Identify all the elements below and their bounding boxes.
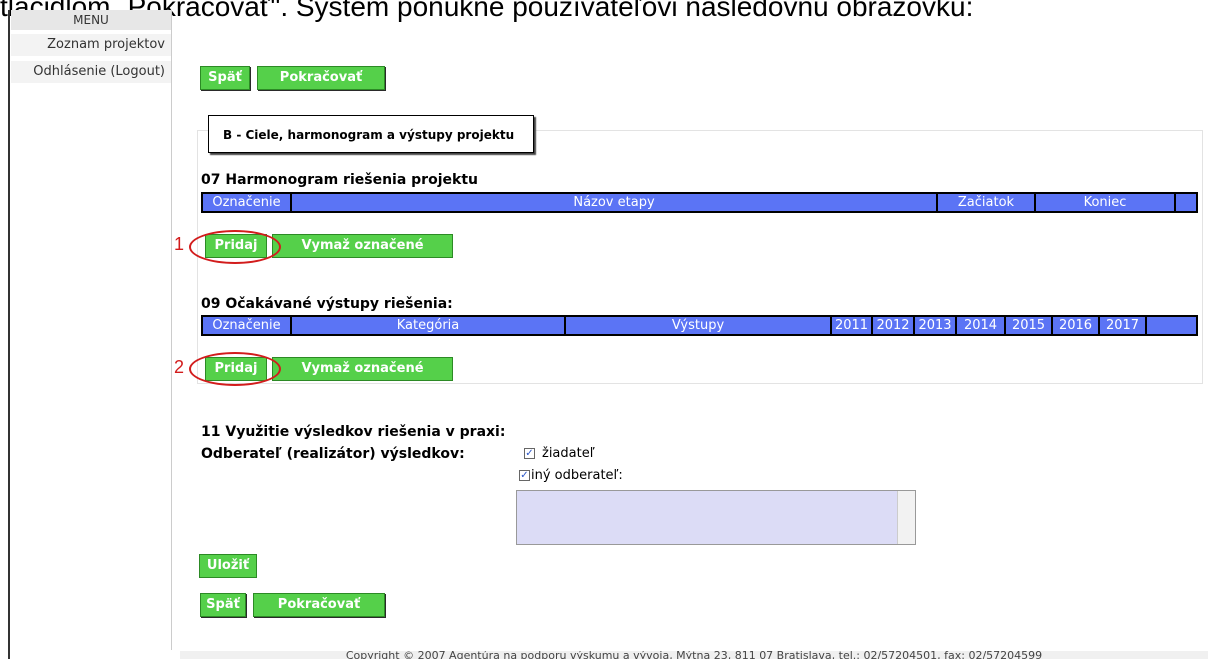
outputs-col-2016: 2016 <box>1053 317 1100 334</box>
footer-copyright: Copyright © 2007 Agentúra na podporu výs… <box>180 651 1208 659</box>
outputs-col-outputs: Výstupy <box>566 317 832 334</box>
textarea-scrollbar[interactable] <box>897 491 915 544</box>
outputs-table-header: Označenie Kategória Výstupy 2011 2012 20… <box>201 315 1198 336</box>
outputs-col-2017: 2017 <box>1100 317 1147 334</box>
applicant-label: žiadateľ <box>542 446 595 461</box>
outputs-col-category: Kategória <box>292 317 566 334</box>
outputs-col-2015: 2015 <box>1006 317 1053 334</box>
applicant-checkbox[interactable]: ✓ <box>524 448 535 459</box>
schedule-col-start: Začiatok <box>938 194 1036 211</box>
schedule-col-extra <box>1176 194 1196 211</box>
annotation-1: 1 <box>174 234 185 254</box>
other-recipient-checkbox[interactable]: ✓ <box>519 470 530 481</box>
highlight-circle-2 <box>189 352 281 386</box>
menu-item-project-list[interactable]: Zoznam projektov <box>11 34 171 56</box>
schedule-col-label: Označenie <box>203 194 292 211</box>
window-left-border <box>8 10 10 659</box>
back-button-bottom[interactable]: Späť <box>200 593 246 617</box>
schedule-table-header: Označenie Názov etapy Začiatok Koniec <box>201 192 1198 213</box>
other-recipient-textarea[interactable] <box>516 490 916 545</box>
schedule-col-name: Názov etapy <box>292 194 938 211</box>
outputs-col-extra <box>1147 317 1160 334</box>
sidebar-menu <box>11 10 172 650</box>
schedule-title: 07 Harmonogram riešenia projektu <box>201 172 478 188</box>
outputs-title: 09 Očakávané výstupy riešenia: <box>201 296 453 312</box>
continue-button-bottom[interactable]: Pokračovať <box>253 593 385 617</box>
usage-title: 11 Využitie výsledkov riešenia v praxi: <box>201 424 506 440</box>
save-button[interactable]: Uložiť <box>199 554 257 578</box>
continue-button-top[interactable]: Pokračovať <box>257 66 385 90</box>
section-title: B - Ciele, harmonogram a výstupy projekt… <box>208 115 534 153</box>
document-caption: tlačidlom „Pokračovať". Systém ponúkne p… <box>0 0 974 22</box>
highlight-circle-1 <box>189 230 281 264</box>
outputs-col-2013: 2013 <box>915 317 957 334</box>
menu-item-logout[interactable]: Odhlásenie (Logout) <box>11 61 171 83</box>
outputs-col-2011: 2011 <box>832 317 873 334</box>
other-recipient-label: iný odberateľ: <box>531 468 623 483</box>
annotation-2: 2 <box>174 357 185 377</box>
outputs-col-2012: 2012 <box>873 317 915 334</box>
menu-header: MENU <box>11 10 171 30</box>
delete-stages-button[interactable]: Vymaž označené <box>272 234 453 258</box>
delete-outputs-button[interactable]: Vymaž označené <box>272 357 453 381</box>
outputs-col-label: Označenie <box>203 317 292 334</box>
schedule-col-end: Koniec <box>1036 194 1176 211</box>
back-button-top[interactable]: Späť <box>200 66 250 90</box>
outputs-col-2014: 2014 <box>957 317 1006 334</box>
recipient-label: Odberateľ (realizátor) výsledkov: <box>201 446 465 462</box>
